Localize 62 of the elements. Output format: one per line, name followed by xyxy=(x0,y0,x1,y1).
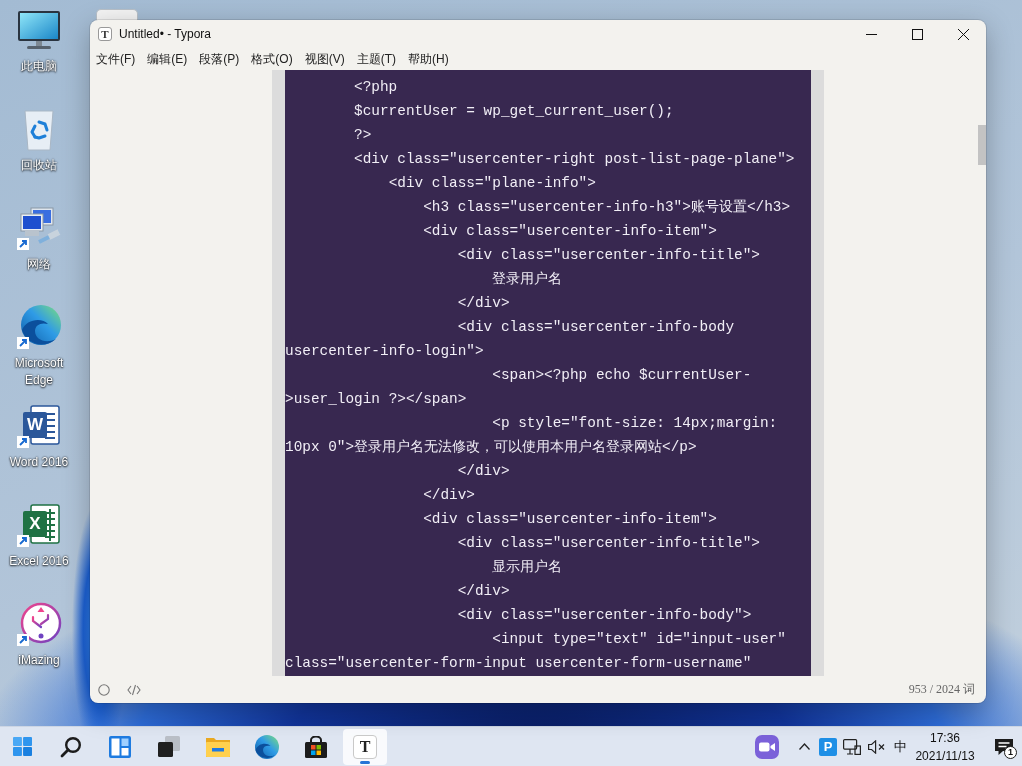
code-line: 10px 0">登录用户名无法修改，可以使用本用户名登录网站</p> xyxy=(285,439,697,455)
folder-icon xyxy=(206,736,230,757)
code-line: <div class="usercenter-info-title"> xyxy=(457,247,760,263)
code-line: </div> xyxy=(423,487,475,503)
outline-toggle-button[interactable] xyxy=(98,683,110,696)
input-language-button[interactable]: 中 xyxy=(888,728,912,765)
code-line: <span><?php echo $currentUser- xyxy=(492,367,752,383)
code-line: <div class="usercenter-info-item"> xyxy=(423,511,717,527)
widgets-panel-icon xyxy=(109,735,131,758)
circle-icon xyxy=(98,683,110,696)
code-line: </div> xyxy=(457,583,510,599)
chevron-up-icon xyxy=(798,743,810,750)
network-monitor-icon xyxy=(843,738,861,755)
notifications-button[interactable]: 1 xyxy=(986,727,1022,766)
search-icon xyxy=(60,735,82,758)
word-count: 953 / 2024 词 xyxy=(908,681,975,698)
code-line: >user_login ?></span> xyxy=(285,391,467,407)
code-line: 登录用户名 xyxy=(492,271,563,287)
code-line: class="usercenter-form-input usercenter-form-username" xyxy=(285,655,752,671)
code-line: <h3 class="usercenter-info-h3">账号设置</h3> xyxy=(423,199,791,215)
app-logo: T xyxy=(353,734,377,759)
network-computers-icon[interactable] xyxy=(15,204,63,252)
task-view-icon xyxy=(158,735,180,758)
code-line: <input type="text" id="input-user" xyxy=(492,631,786,647)
app-logo: T xyxy=(98,27,112,41)
editor-app-button[interactable]: T xyxy=(343,728,387,765)
maximize-icon xyxy=(911,28,923,40)
source-mode-button[interactable] xyxy=(127,683,141,696)
speaker-muted-icon xyxy=(867,739,885,754)
clock-button[interactable]: 17:36 2021/11/13 xyxy=(912,727,978,766)
code-line: <?php xyxy=(354,79,398,95)
code-line: <div class="usercenter-right post-list-page-plane"> xyxy=(354,151,795,167)
menu-item[interactable]: 视图(V) xyxy=(298,49,351,69)
code-line: <div class="usercenter-info-title"> xyxy=(457,535,760,551)
code-line: usercenter-info-login"> xyxy=(285,343,484,359)
swirl-logo-icon xyxy=(255,734,279,759)
window-title: Untitled• - Typora xyxy=(119,27,212,41)
code-line: <div class="usercenter-info-body xyxy=(457,319,735,335)
close-icon xyxy=(957,28,969,40)
menu-item[interactable]: 文件(F) xyxy=(90,49,142,69)
code-line: $currentUser = wp_get_current_user(); xyxy=(354,103,674,119)
code-line: 显示用户名 xyxy=(492,559,563,575)
code-line: </div> xyxy=(457,463,510,479)
menu-item[interactable]: 段落(P) xyxy=(193,49,246,69)
code-line: ?> xyxy=(354,127,372,143)
scrollbar-thumb[interactable] xyxy=(978,125,986,165)
menu-item[interactable]: 格式(O) xyxy=(245,49,299,69)
code-line: <div class="plane-info"> xyxy=(388,175,596,191)
code-icon xyxy=(127,683,141,696)
app-tile-icon[interactable] xyxy=(96,9,138,20)
four-squares-icon xyxy=(12,737,32,756)
video-camera-icon xyxy=(755,734,779,759)
menu-item[interactable]: 主题(T) xyxy=(350,49,402,69)
code-line: <div class="usercenter-info-body"> xyxy=(457,607,752,623)
code-line: <p style="font-size: 14px;margin: xyxy=(492,415,778,431)
shopping-bag-icon xyxy=(305,735,327,758)
menu-item[interactable]: 编辑(E) xyxy=(141,49,194,69)
swirl-logo-icon[interactable] xyxy=(15,303,63,351)
code-line: </div> xyxy=(457,295,510,311)
menu-item[interactable]: 帮助(H) xyxy=(402,49,455,69)
usb-logo-icon[interactable] xyxy=(15,600,63,648)
code-line: <div class="usercenter-info-item"> xyxy=(423,223,717,239)
